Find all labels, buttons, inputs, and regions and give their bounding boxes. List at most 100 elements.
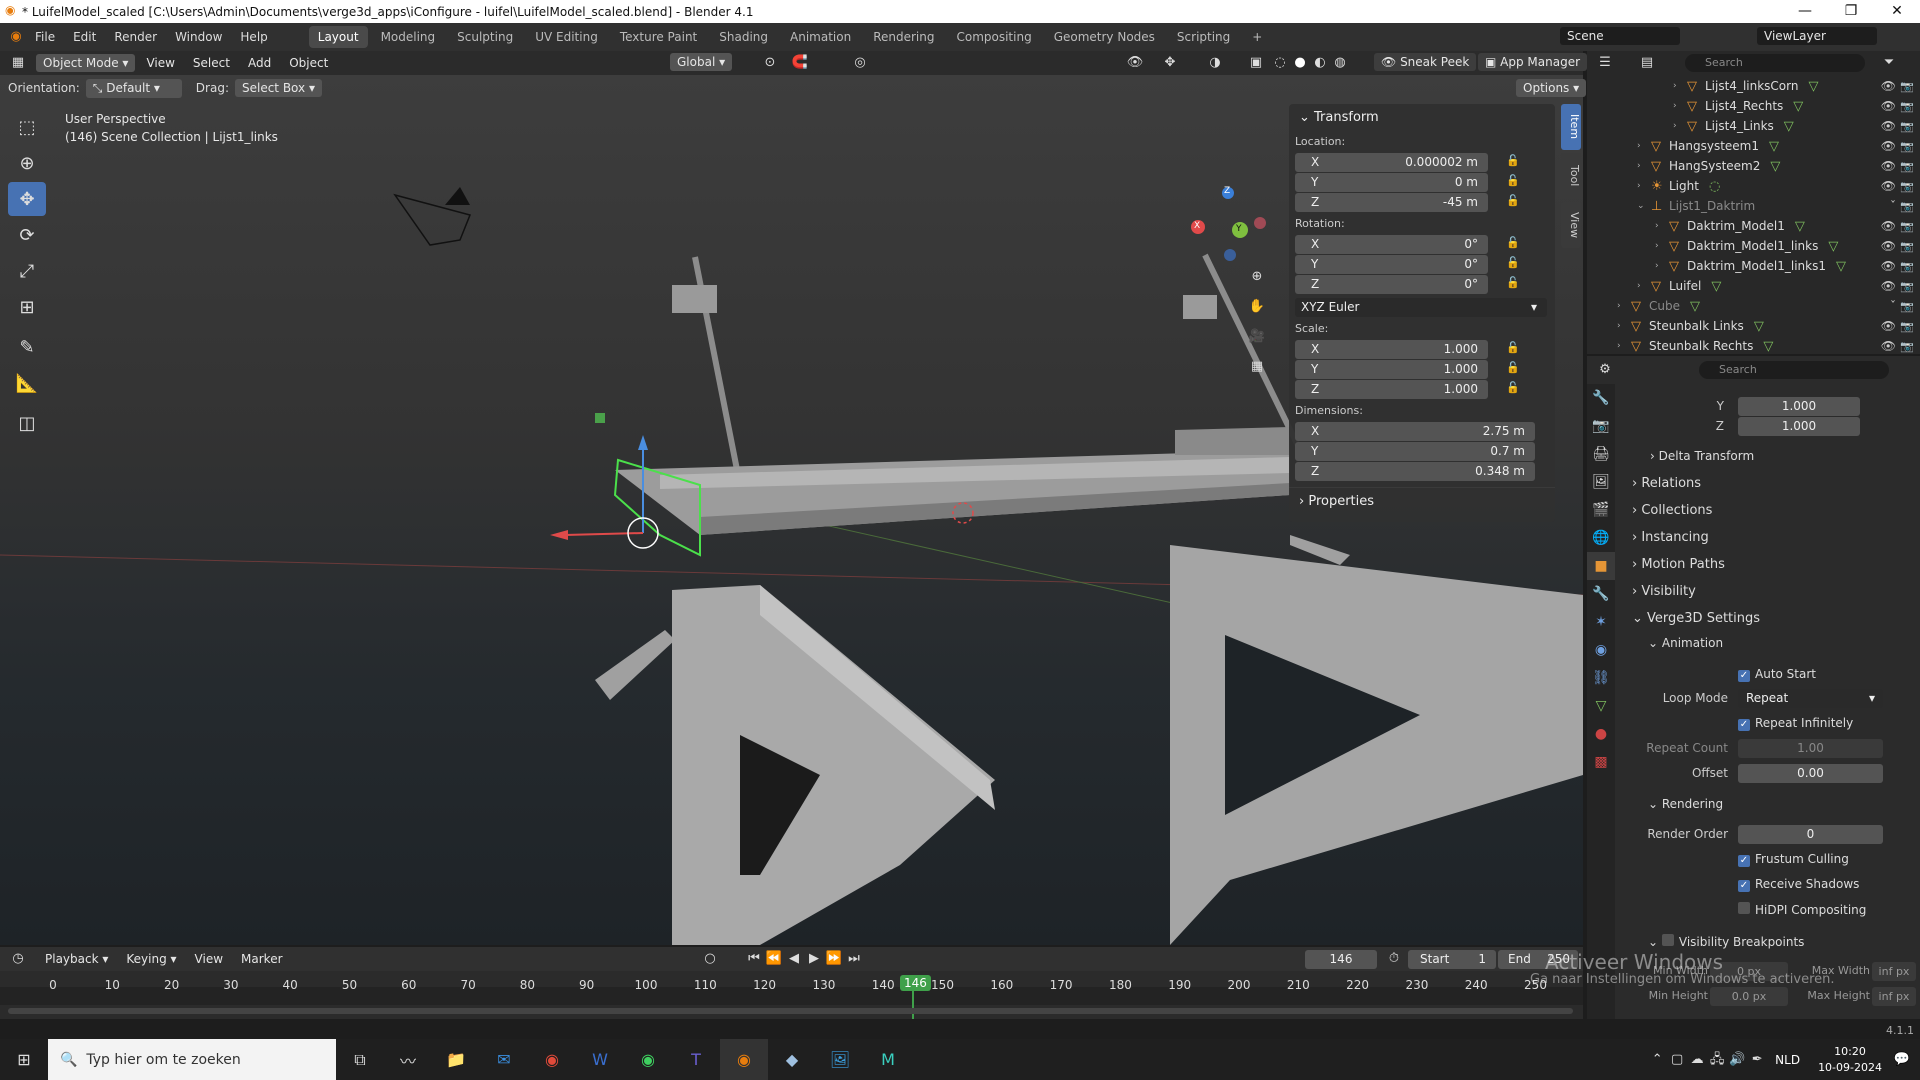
minimize-button[interactable]: — xyxy=(1782,0,1828,23)
file-explorer-icon[interactable]: 📁 xyxy=(432,1039,480,1080)
notifications-icon[interactable]: 💬 xyxy=(1892,1050,1912,1070)
tab-geometry-nodes[interactable]: Geometry Nodes xyxy=(1045,26,1164,48)
tab-animation[interactable]: Animation xyxy=(781,26,860,48)
scale-x-field[interactable]: X 1.000 🔓 xyxy=(1295,340,1520,359)
filter-icon[interactable]: ⏷ xyxy=(1879,53,1899,73)
tab-view[interactable]: View xyxy=(1561,202,1581,248)
properties-search-input[interactable]: Search xyxy=(1699,361,1889,379)
add-cube-tool-icon[interactable]: ◫ xyxy=(8,406,46,440)
view-layer-tab-icon[interactable]: 🖼 xyxy=(1587,468,1615,496)
dimensions-x-field[interactable]: X 2.75 m xyxy=(1295,422,1535,441)
menu-help[interactable]: Help xyxy=(231,30,276,44)
xray-icon[interactable]: ▣ xyxy=(1246,53,1266,73)
menu-window[interactable]: Window xyxy=(166,30,231,44)
tab-sculpting[interactable]: Sculpting xyxy=(448,26,522,48)
auto-start-checkbox[interactable]: ✓ Auto Start xyxy=(1738,667,1816,682)
tab-texture-paint[interactable]: Texture Paint xyxy=(611,26,706,48)
location-y-field[interactable]: Y0 m 🔓 xyxy=(1295,173,1520,192)
properties-header[interactable]: › Properties xyxy=(1289,487,1555,515)
cursor-tool-icon[interactable]: ⊕ xyxy=(8,146,46,180)
play-reverse-icon[interactable]: ◀ xyxy=(784,949,804,969)
orientation-selector[interactable]: ⤡ Default ▾ xyxy=(85,78,182,98)
world-tab-icon[interactable]: 🌐 xyxy=(1587,524,1615,552)
shading-rendered-icon[interactable]: ◍ xyxy=(1330,53,1350,73)
constraints-tab-icon[interactable]: ⛓ xyxy=(1587,664,1615,692)
jump-start-icon[interactable]: ⏮ xyxy=(744,949,764,969)
add-menu[interactable]: Add xyxy=(241,54,278,72)
pan-hand-icon[interactable]: ✋ xyxy=(1247,297,1267,317)
output-tab-icon[interactable]: 🖨 xyxy=(1587,440,1615,468)
outlook-icon[interactable]: ✉ xyxy=(480,1039,528,1080)
verge3d-settings-section[interactable]: ⌄ Verge3D Settings xyxy=(1632,611,1760,626)
viewlayer-selector[interactable]: ViewLayer xyxy=(1757,27,1877,45)
outliner-item[interactable]: › ▽ Steunbalk Links ▽ 👁 📷 xyxy=(1587,316,1920,336)
restore-button[interactable]: ❐ xyxy=(1828,0,1874,23)
gizmo-icon[interactable]: ✥ xyxy=(1160,53,1180,73)
outliner-item[interactable]: › ▽ Lijst4_Links ▽ 👁 📷 xyxy=(1587,116,1920,136)
word-icon[interactable]: W xyxy=(576,1039,624,1080)
menu-file[interactable]: File xyxy=(26,30,64,44)
tab-layout[interactable]: Layout xyxy=(308,26,368,48)
outliner-editor-icon[interactable]: ☰ xyxy=(1595,53,1615,73)
zoom-icon[interactable]: ⊕ xyxy=(1247,267,1267,287)
app-m-icon[interactable]: M xyxy=(864,1039,912,1080)
add-workspace-button[interactable]: + xyxy=(1243,26,1271,48)
tab-uv-editing[interactable]: UV Editing xyxy=(526,26,607,48)
network-icon[interactable]: 🖧 xyxy=(1707,1050,1727,1070)
shading-material-icon[interactable]: ◐ xyxy=(1310,53,1330,73)
visibility-breakpoints-subsection[interactable]: ⌄ Visibility Breakpoints xyxy=(1648,934,1804,949)
dimensions-z-field[interactable]: Z 0.348 m xyxy=(1295,462,1535,481)
spotify-icon[interactable]: ◉ xyxy=(624,1039,672,1080)
tab-rendering[interactable]: Rendering xyxy=(864,26,943,48)
move-tool-icon[interactable]: ✥ xyxy=(8,182,46,216)
hidpi-compositing-checkbox[interactable]: HiDPI Compositing xyxy=(1738,902,1866,917)
current-frame-field[interactable]: 146 xyxy=(1305,950,1377,969)
frustum-culling-checkbox[interactable]: ✓ Frustum Culling xyxy=(1738,852,1849,867)
display-mode-icon[interactable]: ▤ xyxy=(1637,53,1657,73)
current-frame-marker[interactable]: 146 xyxy=(900,975,931,991)
measure-tool-icon[interactable]: 📐 xyxy=(8,366,46,400)
rotation-z-field[interactable]: Z 0° 🔓 xyxy=(1295,275,1520,294)
tab-scripting[interactable]: Scripting xyxy=(1168,26,1239,48)
jump-key-forward-icon[interactable]: ⏩ xyxy=(824,949,844,969)
taskbar-search-input[interactable]: 🔍 Typ hier om te zoeken xyxy=(48,1039,336,1080)
pivot-point-icon[interactable]: ⊙ xyxy=(760,53,780,73)
offset-field[interactable]: 0.00 xyxy=(1738,764,1883,783)
tab-tool[interactable]: Tool xyxy=(1561,153,1581,199)
physics-tab-icon[interactable]: ◉ xyxy=(1587,636,1615,664)
data-tab-icon[interactable]: ▽ xyxy=(1587,692,1615,720)
outliner-item[interactable]: › ▽ Lijst4_linksCorn ▽ 👁 📷 xyxy=(1587,76,1920,96)
drag-selector[interactable]: Select Box ▾ xyxy=(234,79,322,97)
gizmo-y-label[interactable]: Y xyxy=(1236,224,1242,234)
repeat-count-field[interactable]: 1.00 xyxy=(1738,739,1883,758)
rendering-subsection[interactable]: ⌄ Rendering xyxy=(1648,797,1723,811)
scale-z-field[interactable]: 1.000 xyxy=(1738,417,1860,436)
jump-key-back-icon[interactable]: ⏪ xyxy=(764,949,784,969)
loop-mode-selector[interactable]: Repeat ▾ xyxy=(1738,689,1883,708)
gizmo-x-label[interactable]: X xyxy=(1194,221,1200,231)
start-frame-field[interactable]: Start 1 xyxy=(1408,950,1496,969)
tab-modeling[interactable]: Modeling xyxy=(372,26,445,48)
play-icon[interactable]: ▶ xyxy=(804,949,824,969)
gizmo-z-label[interactable]: Z xyxy=(1224,186,1230,196)
playback-menu[interactable]: Playback ▾ xyxy=(38,950,115,968)
rotation-mode-selector[interactable]: XYZ Euler ▾ xyxy=(1295,298,1547,317)
editor-type-icon[interactable]: ▦ xyxy=(8,53,28,73)
windows-start-icon[interactable]: ⊞ xyxy=(0,1039,48,1080)
scale-z-field[interactable]: Z 1.000 🔓 xyxy=(1295,380,1520,399)
render-order-field[interactable]: 0 xyxy=(1738,825,1883,844)
pen-icon[interactable]: ✒ xyxy=(1747,1050,1767,1070)
select-box-tool-icon[interactable]: ⬚ xyxy=(8,110,46,144)
menu-edit[interactable]: Edit xyxy=(64,30,105,44)
proportional-edit-icon[interactable]: ◎ xyxy=(850,53,870,73)
outliner-item[interactable]: › ▽ Cube ▽ ˇ 📷 xyxy=(1587,296,1920,316)
transform-orientation-selector[interactable]: Global ▾ xyxy=(670,53,733,71)
ortho-grid-icon[interactable]: ▦ xyxy=(1247,357,1267,377)
motion-paths-section[interactable]: › Motion Paths xyxy=(1632,557,1725,572)
blender-menu-icon[interactable]: ◉ xyxy=(6,27,26,47)
transform-tool-icon[interactable]: ⊞ xyxy=(8,290,46,324)
outliner-item[interactable]: › ▽ HangSysteem2 ▽ 👁 📷 xyxy=(1587,156,1920,176)
options-button[interactable]: Options ▾ xyxy=(1516,79,1587,97)
task-view-icon[interactable]: ⧉ xyxy=(336,1039,384,1080)
tool-tab-icon[interactable]: 🔧 xyxy=(1587,384,1615,412)
